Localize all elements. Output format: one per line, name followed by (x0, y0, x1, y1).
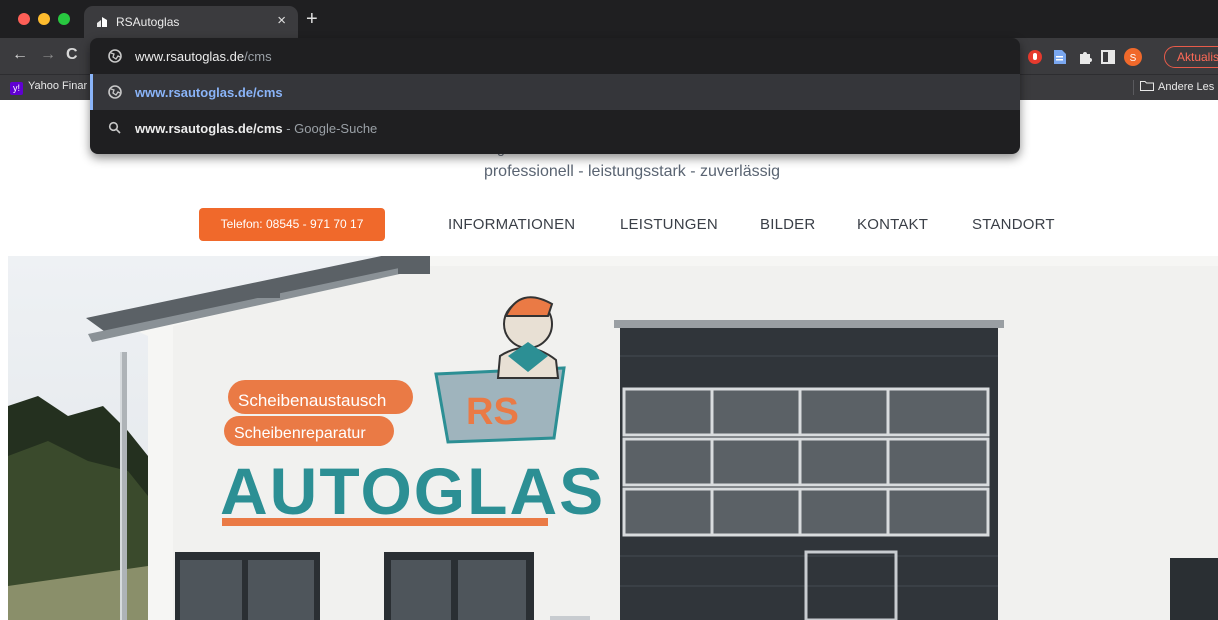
building-illustration: Scheibenaustausch Scheibenreparatur AUTO… (8, 256, 1218, 620)
site-tagline: professionell - leistungsstark - zuverlä… (483, 163, 781, 180)
avatar[interactable]: S (1124, 48, 1142, 66)
bookmark-other-folder[interactable]: Andere Les (1140, 80, 1214, 93)
nav-leistungen[interactable]: LEISTUNGEN (620, 216, 718, 233)
search-icon (108, 121, 121, 134)
address-domain: www.rsautoglas.de (135, 49, 245, 64)
active-tab[interactable]: RSAutoglas × (84, 6, 298, 38)
tab-title: RSAutoglas (116, 15, 180, 29)
hero-image: Scheibenaustausch Scheibenreparatur AUTO… (8, 256, 1218, 620)
folder-icon (1140, 81, 1154, 91)
sign-repair-label: Scheibenreparatur (234, 425, 366, 442)
bookmark-yahoo-label: Yahoo Finar (28, 80, 88, 92)
rs-logo-text: RS (466, 391, 519, 433)
globe-icon (108, 85, 122, 99)
tab-close-icon[interactable]: × (277, 12, 286, 30)
adblock-extension-icon[interactable] (1028, 50, 1042, 64)
forward-arrow-icon[interactable]: → (40, 46, 56, 64)
sidepanel-icon[interactable] (1101, 50, 1115, 64)
wordmark-underline (222, 518, 548, 526)
suggestion-url-text: www.rsautoglas.de/cms (135, 85, 283, 100)
bookmark-other-label: Andere Les (1158, 81, 1215, 93)
bookmark-yahoo[interactable]: y! Yahoo Finar (10, 80, 87, 95)
main-navigation: Telefon: 08545 - 971 70 17 INFORMATIONEN… (0, 208, 1218, 244)
reload-icon[interactable]: C (66, 46, 78, 64)
tab-strip: RSAutoglas × + (0, 0, 1218, 38)
address-bar-text[interactable]: www.rsautoglas.de/cms (135, 49, 272, 64)
nav-bilder[interactable]: BILDER (760, 216, 815, 233)
autoglas-wordmark: AUTOGLAS (220, 454, 605, 528)
back-arrow-icon[interactable]: ← (12, 46, 28, 64)
address-bar-dropdown: www.rsautoglas.de/cms www.rsautoglas.de/… (90, 38, 1020, 154)
suggestion-search-text: www.rsautoglas.de/cms - Google-Suche (135, 121, 377, 136)
minimize-window-button[interactable] (38, 13, 50, 25)
nav-kontakt[interactable]: KONTAKT (857, 216, 928, 233)
address-bar[interactable]: www.rsautoglas.de/cms (90, 38, 1020, 74)
bookmarks-divider (1133, 80, 1134, 95)
search-suffix: - Google-Suche (282, 121, 378, 136)
yahoo-icon: y! (10, 82, 23, 95)
globe-icon (108, 49, 122, 63)
nav-informationen[interactable]: INFORMATIONEN (448, 216, 575, 233)
nav-standort[interactable]: STANDORT (972, 216, 1055, 233)
site-favicon-icon (97, 17, 107, 27)
update-chrome-button[interactable]: Aktualis (1164, 46, 1218, 68)
puzzle-icon[interactable] (1078, 50, 1092, 64)
suggestion-url[interactable]: www.rsautoglas.de/cms (90, 74, 1020, 110)
phone-button[interactable]: Telefon: 08545 - 971 70 17 (199, 208, 385, 241)
suggestion-search[interactable]: www.rsautoglas.de/cms - Google-Suche (90, 110, 1020, 146)
new-tab-button[interactable]: + (306, 8, 318, 30)
sign-replacement-label: Scheibenaustausch (238, 391, 386, 410)
avatar-initial: S (1130, 53, 1137, 64)
zoom-window-button[interactable] (58, 13, 70, 25)
search-query: www.rsautoglas.de/cms (135, 121, 283, 136)
address-path: /cms (244, 49, 272, 64)
document-extension-icon[interactable] (1054, 50, 1066, 64)
close-window-button[interactable] (18, 13, 30, 25)
